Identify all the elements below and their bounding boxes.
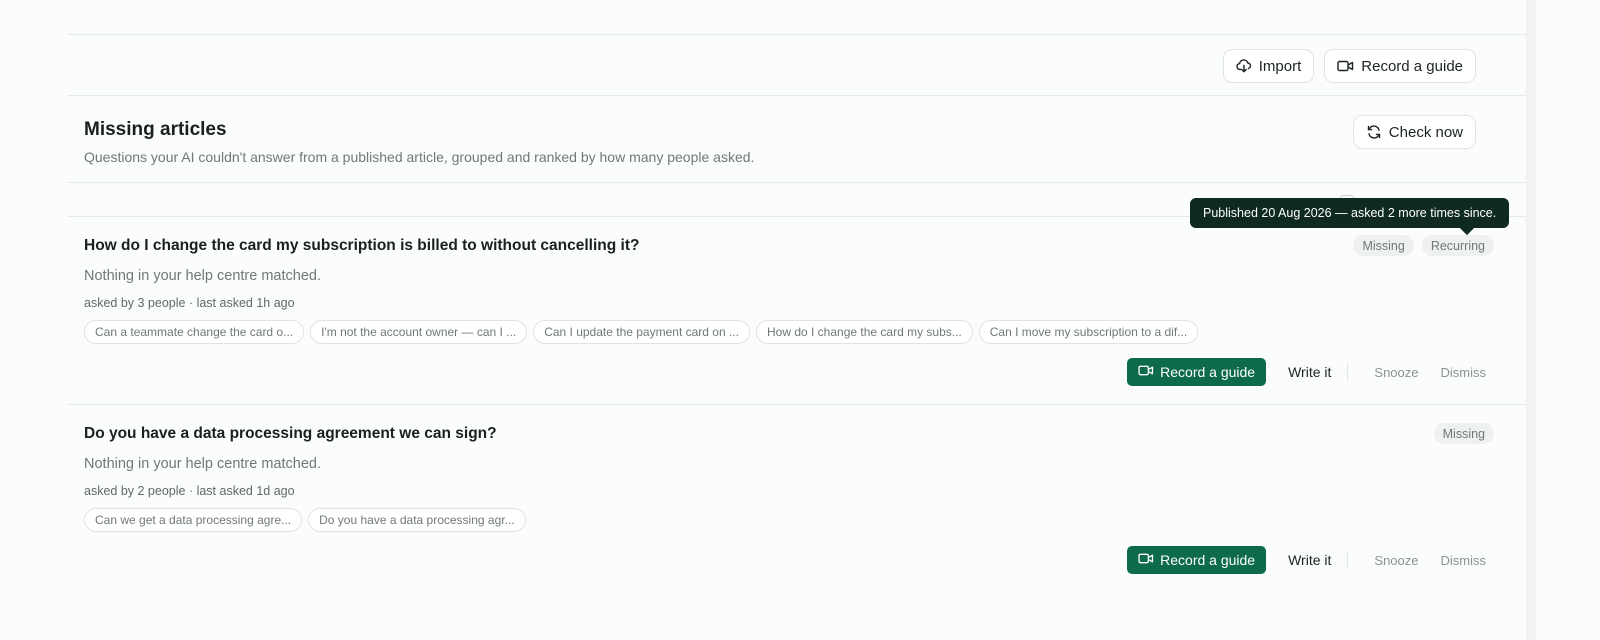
missing-article-item: How do I change the card my subscription… (84, 232, 1494, 392)
status-badge-recurring[interactable]: Recurring (1421, 235, 1494, 256)
question-chip[interactable]: Can I update the payment card on ... (533, 320, 750, 344)
question-chip[interactable]: Can a teammate change the card o... (84, 320, 305, 344)
snooze-button[interactable]: Snooze (1366, 553, 1426, 568)
divider (68, 34, 1526, 35)
divider (68, 182, 1526, 183)
video-camera-icon (1138, 364, 1154, 380)
item-meta: asked by 3 people · last asked 1h ago (84, 296, 295, 310)
check-now-label: Check now (1388, 123, 1463, 141)
item-meta: asked by 2 people · last asked 1d ago (84, 484, 295, 498)
cloud-download-icon (1236, 58, 1252, 74)
record-guide-label: Record a guide (1361, 57, 1463, 75)
section-subtitle: Questions your AI couldn't answer from a… (84, 149, 755, 165)
section-title: Missing articles (84, 119, 227, 140)
item-description: Nothing in your help centre matched. (84, 268, 321, 284)
record-guide-label: Record a guide (1160, 364, 1256, 380)
scrollbar-track[interactable] (1526, 0, 1536, 640)
question-chip[interactable]: Can I move my subscription to a dif... (978, 320, 1199, 344)
section-header: Missing articles Questions your AI could… (84, 119, 754, 165)
question-chip[interactable]: Can we get a data processing agre... (84, 508, 303, 532)
item-badges: Missing Recurring (1353, 235, 1494, 256)
missing-article-item: Do you have a data processing agreement … (84, 420, 1494, 580)
write-it-button[interactable]: Write it (1276, 552, 1343, 568)
item-title[interactable]: Do you have a data processing agreement … (84, 425, 497, 443)
question-chip[interactable]: How do I change the card my subs... (755, 320, 973, 344)
write-it-button[interactable]: Write it (1276, 364, 1343, 380)
record-guide-button[interactable]: Record a guide (1324, 49, 1476, 83)
item-title[interactable]: How do I change the card my subscription… (84, 237, 639, 255)
record-guide-button[interactable]: Record a guide (1127, 546, 1267, 574)
item-actions: Record a guide Write it Snooze Dismiss (1127, 546, 1494, 574)
recurring-tooltip: Published 20 Aug 2026 — asked 2 more tim… (1190, 198, 1510, 228)
divider (68, 95, 1526, 96)
dismiss-button[interactable]: Dismiss (1433, 365, 1495, 380)
toolbar: Import Record a guide (1222, 49, 1476, 83)
import-button[interactable]: Import (1222, 49, 1315, 83)
dismiss-button[interactable]: Dismiss (1433, 553, 1495, 568)
import-label: Import (1258, 57, 1302, 75)
status-badge-missing: Missing (1433, 423, 1494, 444)
item-badges: Missing (1433, 423, 1494, 444)
video-camera-icon (1337, 59, 1354, 73)
video-camera-icon (1138, 552, 1154, 568)
divider (1347, 363, 1349, 381)
item-actions: Record a guide Write it Snooze Dismiss (1127, 358, 1494, 386)
record-guide-label: Record a guide (1160, 552, 1256, 568)
item-description: Nothing in your help centre matched. (84, 456, 321, 472)
missing-articles-panel: Import Record a guide Missing articles Q… (68, 0, 1526, 640)
question-chips: Can we get a data processing agre... Do … (84, 508, 526, 532)
question-chips: Can a teammate change the card o... I'm … (84, 320, 1199, 344)
check-now-button[interactable]: Check now (1352, 115, 1476, 149)
refresh-icon (1366, 124, 1382, 140)
divider (1347, 551, 1349, 569)
record-guide-button[interactable]: Record a guide (1127, 358, 1267, 386)
question-chip[interactable]: I'm not the account owner — can I ... (310, 320, 528, 344)
snooze-button[interactable]: Snooze (1366, 365, 1426, 380)
status-badge-missing: Missing (1353, 235, 1414, 256)
question-chip[interactable]: Do you have a data processing agr... (308, 508, 526, 532)
divider (68, 404, 1526, 405)
